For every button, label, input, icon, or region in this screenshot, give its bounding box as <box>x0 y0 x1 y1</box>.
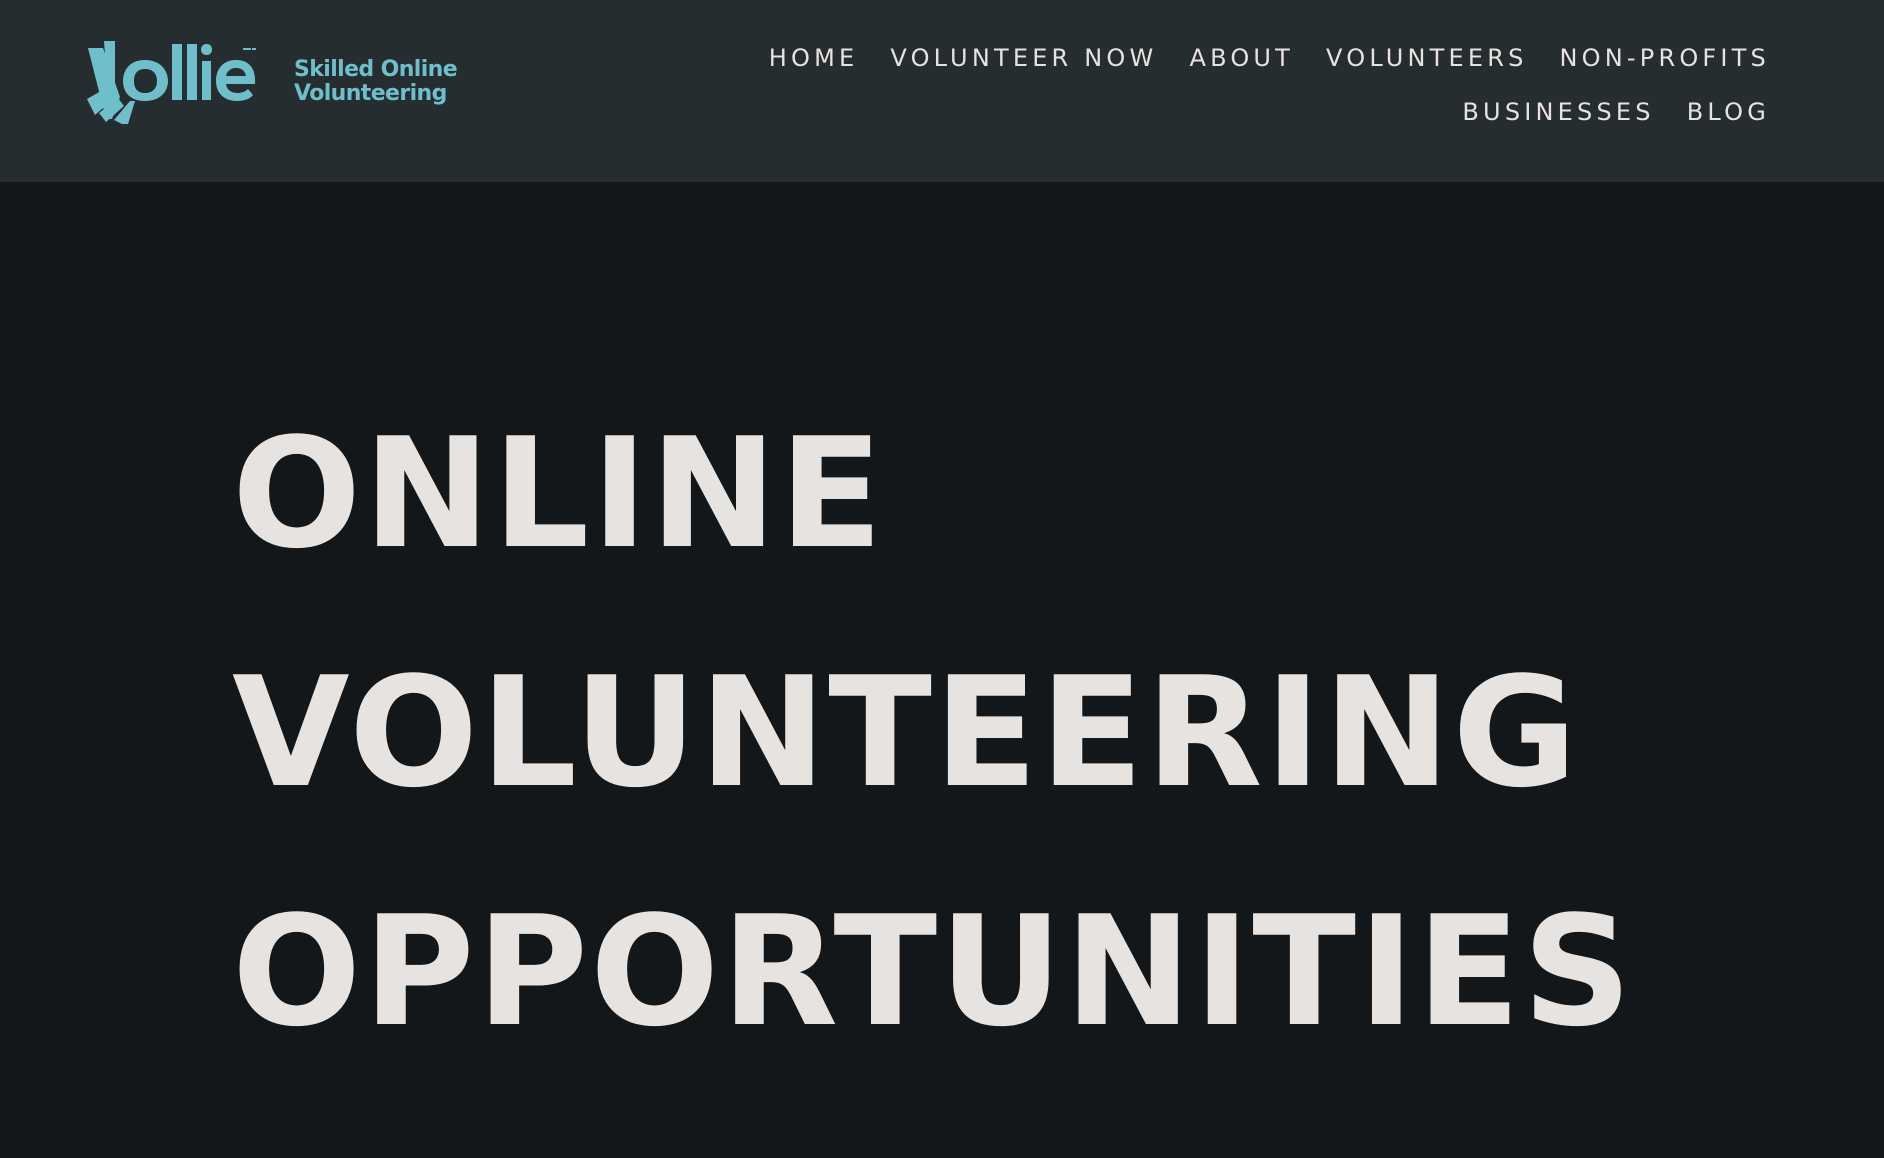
site-header: Skilled Online Volunteering HOME VOLUNTE… <box>0 0 1884 182</box>
hero-line-opportunities: OPPORTUNITIES <box>232 883 1634 1060</box>
nav-blog[interactable]: BLOG <box>1687 98 1770 126</box>
brand-tagline: Skilled Online Volunteering <box>294 57 458 106</box>
tagline-line-2: Volunteering <box>294 81 447 106</box>
nav-row-secondary: BUSINESSES BLOG <box>1462 86 1770 138</box>
nav-businesses[interactable]: BUSINESSES <box>1462 98 1654 126</box>
nav-row-primary: HOME VOLUNTEER NOW ABOUT VOLUNTEERS NON-… <box>769 32 1770 84</box>
nav-volunteer-now[interactable]: VOLUNTEER NOW <box>890 44 1157 72</box>
nav-non-profits[interactable]: NON-PROFITS <box>1560 44 1770 72</box>
vollie-logo-icon <box>87 41 256 124</box>
main-navigation: HOME VOLUNTEER NOW ABOUT VOLUNTEERS NON-… <box>620 32 1770 138</box>
nav-volunteers[interactable]: VOLUNTEERS <box>1326 44 1527 72</box>
brand-home-link[interactable]: Skilled Online Volunteering <box>84 40 458 124</box>
nav-about[interactable]: ABOUT <box>1189 44 1294 72</box>
nav-home[interactable]: HOME <box>769 44 859 72</box>
hero-heading: ONLINE VOLUNTEERING OPPORTUNITIES <box>232 405 1634 1139</box>
tagline-line-1: Skilled Online <box>294 57 458 82</box>
hero-section: ONLINE VOLUNTEERING OPPORTUNITIES <box>0 182 1884 1158</box>
